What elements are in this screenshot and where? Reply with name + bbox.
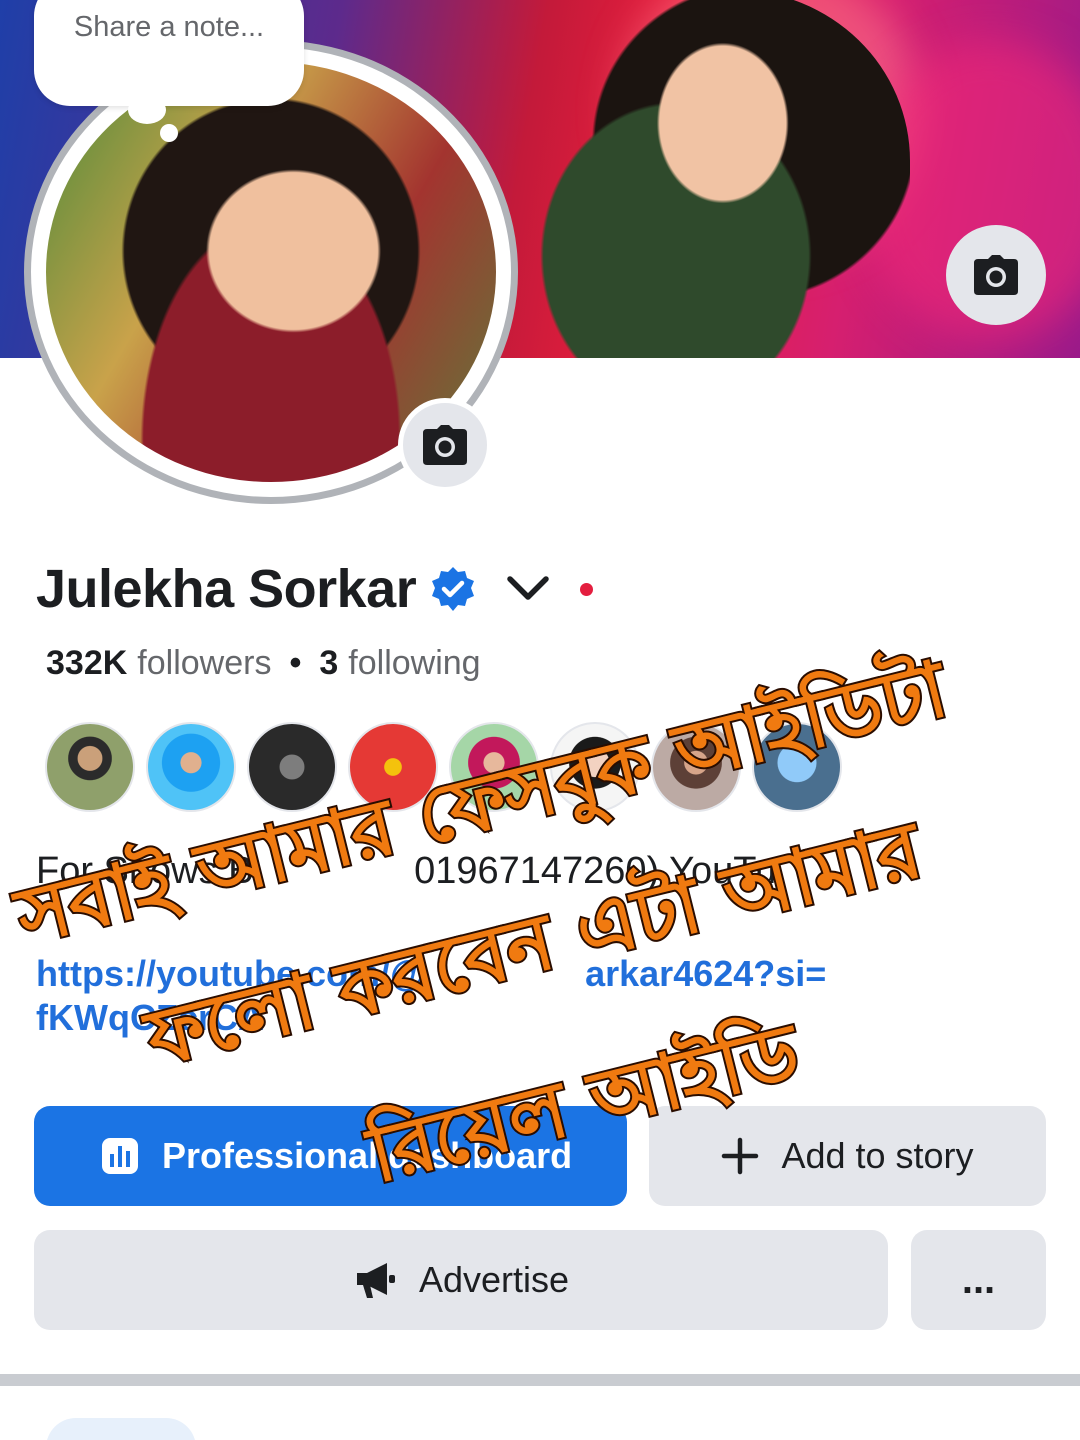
- more-options-button[interactable]: ...: [911, 1230, 1046, 1330]
- status-dot: [580, 582, 594, 596]
- stats-separator: •: [289, 644, 302, 682]
- plus-icon: [721, 1137, 759, 1175]
- dashboard-icon: [100, 1136, 140, 1176]
- advertise-button[interactable]: Advertise: [34, 1230, 888, 1330]
- note-bubble-tail: [160, 124, 178, 142]
- more-options-label: ...: [961, 1257, 996, 1302]
- tab-pill[interactable]: [46, 1418, 196, 1440]
- following-label[interactable]: following: [348, 644, 480, 683]
- chevron-down-icon[interactable]: [506, 575, 550, 603]
- followers-count[interactable]: 332K: [46, 644, 127, 683]
- verified-badge-icon: [432, 567, 475, 611]
- friend-avatar[interactable]: [45, 722, 135, 812]
- followers-label[interactable]: followers: [137, 644, 271, 683]
- note-placeholder: Share a note...: [73, 11, 265, 43]
- edit-cover-button[interactable]: [946, 225, 1046, 325]
- note-bubble-tail: [128, 96, 166, 124]
- follow-stats: 332K followers • 3 following: [46, 644, 481, 683]
- edit-profile-picture-button[interactable]: [398, 398, 492, 492]
- camera-icon: [423, 425, 467, 465]
- share-note-bubble[interactable]: Share a note...: [34, 0, 304, 106]
- add-to-story-label: Add to story: [781, 1135, 974, 1176]
- section-divider: [0, 1374, 1080, 1386]
- cover-portrait: [520, 0, 910, 358]
- advertise-label: Advertise: [418, 1259, 570, 1300]
- following-count[interactable]: 3: [319, 644, 338, 683]
- profile-name-row: Julekha Sorkar: [36, 556, 594, 622]
- camera-icon: [974, 255, 1018, 295]
- friend-avatar[interactable]: [146, 722, 236, 812]
- megaphone-icon: [353, 1260, 397, 1300]
- profile-name: Julekha Sorkar: [36, 559, 417, 619]
